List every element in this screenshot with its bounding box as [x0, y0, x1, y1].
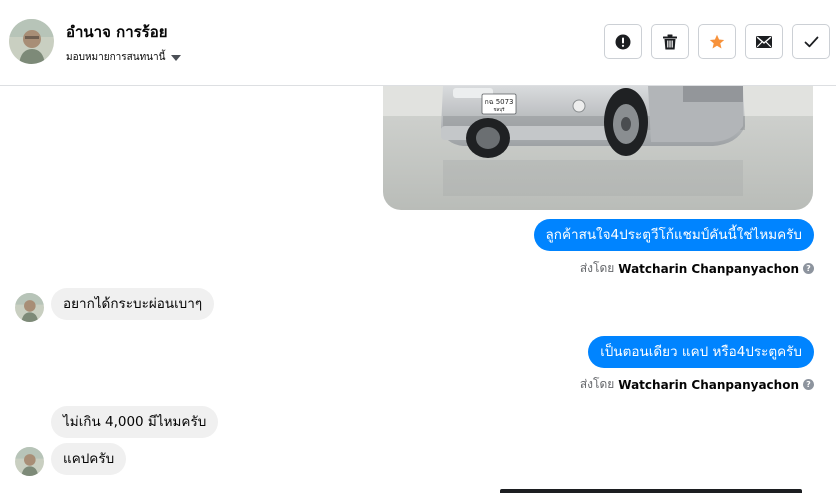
delete-button[interactable] [651, 24, 689, 59]
sent-by-agent: Watcharin Chanpanyachon [618, 377, 799, 392]
outgoing-message[interactable]: ลูกค้าสนใจ4ประตูวีโก้แชมป์คันนี้ใช่ไหมคร… [533, 219, 814, 251]
incoming-message[interactable]: ไม่เกิน 4,000 มีไหมครับ [51, 406, 219, 438]
help-icon[interactable]: ? [803, 379, 814, 390]
sent-by-prefix: ส่งโดย [579, 377, 615, 391]
check-icon [804, 36, 818, 47]
mark-unread-button[interactable] [745, 24, 783, 59]
incoming-message[interactable]: แคปครับ [51, 443, 127, 475]
conversation-actions [604, 24, 830, 59]
contact-avatar[interactable] [9, 19, 54, 64]
plate-line1: กฉ 5073 [484, 98, 513, 106]
outgoing-message[interactable]: เป็นตอนเดียว แคป หรือ4ประตูครับ [588, 336, 814, 368]
next-attachment-preview[interactable] [500, 489, 802, 493]
contact-avatar-small[interactable] [15, 293, 44, 322]
incoming-message[interactable]: อยากได้กระบะผ่อนเบาๆ [51, 288, 215, 320]
envelope-icon [756, 35, 772, 48]
sent-by-prefix: ส่งโดย [579, 261, 615, 275]
assign-conversation-dropdown[interactable]: มอบหมายการสนทนานี้ [66, 50, 182, 65]
star-button[interactable] [698, 24, 736, 59]
sent-by-agent: Watcharin Chanpanyachon [618, 261, 799, 276]
assign-label: มอบหมายการสนทนานี้ [66, 52, 166, 63]
mark-spam-button[interactable] [604, 24, 642, 59]
shared-car-photo[interactable]: กฉ 5073 ชลบุรี [383, 86, 813, 210]
plate-line2: ชลบุรี [493, 107, 505, 113]
conversation-header: อำนาจ การร้อย มอบหมายการสนทนานี้ [0, 0, 836, 86]
sent-by-label: ส่งโดย Watcharin Chanpanyachon ? [580, 259, 814, 278]
trash-icon [663, 34, 677, 49]
star-icon [709, 34, 725, 48]
mark-done-button[interactable] [792, 24, 830, 59]
contact-name[interactable]: อำนาจ การร้อย [66, 20, 168, 44]
caret-down-icon [171, 54, 182, 61]
contact-avatar-small[interactable] [15, 447, 44, 476]
sent-by-label: ส่งโดย Watcharin Chanpanyachon ? [580, 375, 814, 394]
exclamation-icon [615, 34, 631, 49]
help-icon[interactable]: ? [803, 263, 814, 274]
